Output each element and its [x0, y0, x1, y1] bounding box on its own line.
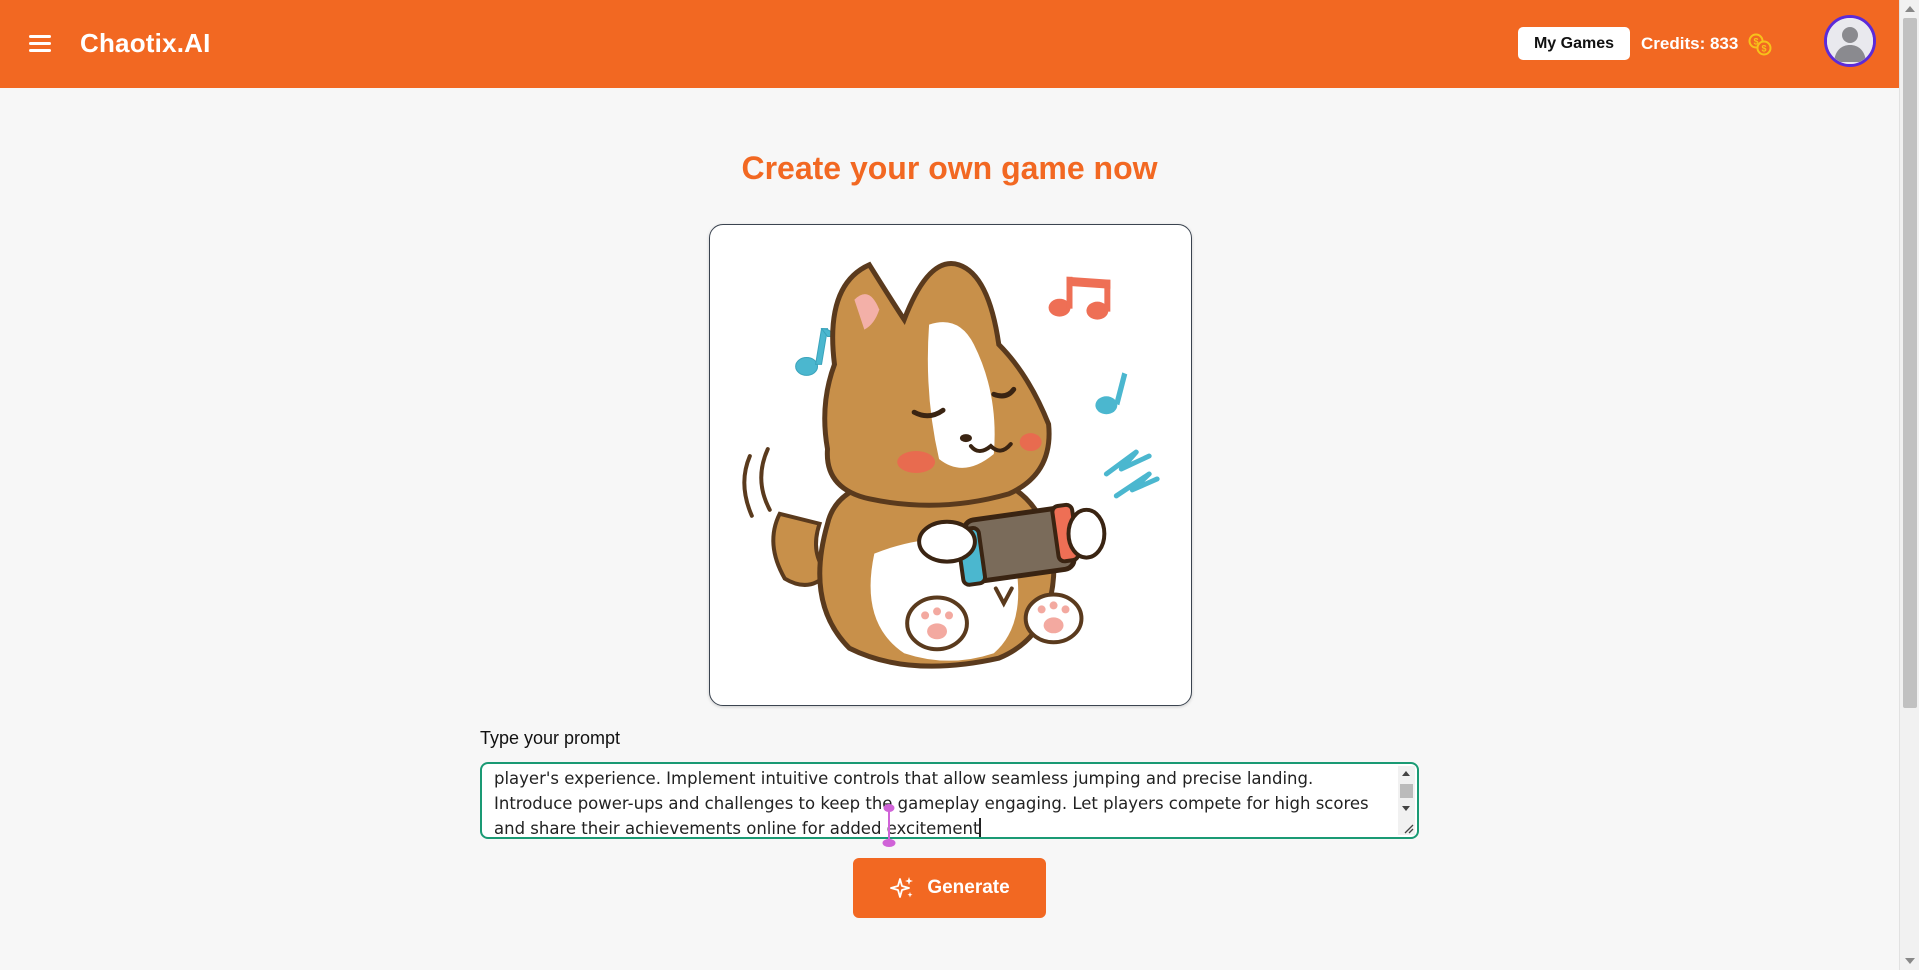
textarea-scroll-down-icon[interactable] — [1402, 806, 1410, 811]
scroll-down-arrow-icon[interactable] — [1905, 958, 1915, 964]
prompt-textarea[interactable]: player's experience. Implement intuitive… — [480, 762, 1419, 839]
music-note-icon — [795, 328, 835, 376]
corgi-gamer-illustration — [742, 261, 1160, 669]
generate-button-label: Generate — [927, 877, 1010, 898]
svg-text:$: $ — [1761, 44, 1766, 54]
page-title: Create your own game now — [741, 150, 1158, 186]
top-navbar: Chaotix.AI My Games Credits: 833 $ $ — [0, 0, 1899, 88]
game-preview-image — [709, 224, 1192, 706]
music-note-icon — [1095, 372, 1128, 415]
text-selection-handle-icon[interactable] — [880, 803, 898, 848]
music-note-icon — [1048, 276, 1111, 320]
page-scrollbar[interactable] — [1899, 0, 1919, 970]
textarea-scroll-up-icon[interactable] — [1402, 771, 1410, 776]
page: Chaotix.AI My Games Credits: 833 $ $ Cre… — [0, 0, 1919, 970]
user-avatar-icon[interactable] — [1824, 15, 1876, 67]
resize-handle-icon[interactable] — [1402, 822, 1414, 834]
brand-logo-text[interactable]: Chaotix.AI — [80, 28, 211, 59]
scroll-thumb[interactable] — [1903, 18, 1917, 708]
generate-button[interactable]: Generate — [853, 858, 1046, 918]
coins-icon: $ $ — [1748, 33, 1772, 56]
text-caret — [979, 818, 981, 837]
textarea-scroll-thumb[interactable] — [1400, 784, 1413, 798]
sparkle-icon — [890, 877, 914, 898]
scroll-up-arrow-icon[interactable] — [1905, 6, 1915, 12]
credits-counter: Credits: 833 — [1641, 34, 1739, 53]
prompt-text-value[interactable]: player's experience. Implement intuitive… — [494, 766, 1389, 837]
hamburger-menu-icon[interactable] — [29, 33, 51, 53]
prompt-label: Type your prompt — [480, 728, 621, 748]
my-games-button[interactable]: My Games — [1518, 27, 1630, 60]
